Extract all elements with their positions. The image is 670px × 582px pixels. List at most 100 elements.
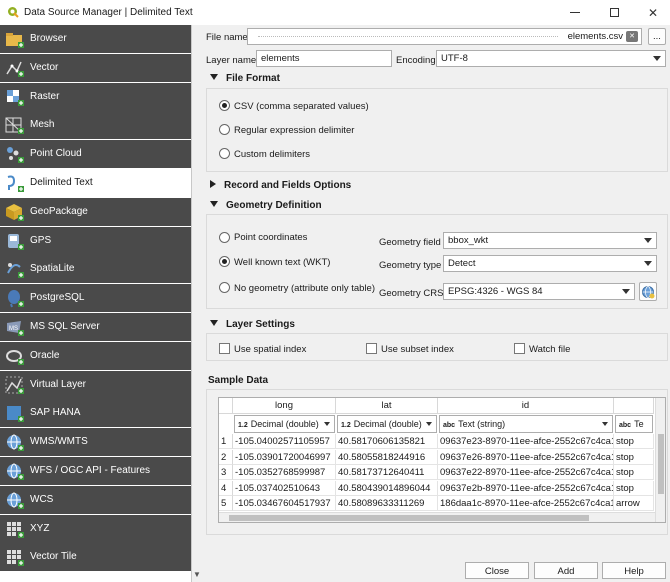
- sidebar-item-xyz[interactable]: XYZ: [0, 514, 191, 543]
- layer-name-input[interactable]: elements: [256, 50, 392, 67]
- close-button[interactable]: Close: [465, 562, 529, 579]
- mssql-icon: MS: [7, 321, 24, 336]
- custom-delim-label: Custom delimiters: [234, 149, 311, 160]
- csv-radio[interactable]: [219, 100, 230, 111]
- column-type-select[interactable]: abc Text (string): [439, 415, 613, 433]
- row-header[interactable]: 1: [219, 434, 233, 449]
- help-button[interactable]: Help: [602, 562, 666, 579]
- field-type-icon: abc: [619, 422, 632, 429]
- sidebar-item-sap-hana[interactable]: SAP HANA: [0, 399, 191, 428]
- column-type-select[interactable]: abc Te: [615, 415, 653, 433]
- scroll-down-icon[interactable]: ▼: [193, 570, 201, 579]
- table-vertical-scrollbar[interactable]: [655, 398, 665, 522]
- sidebar-item-label: Point Cloud: [30, 148, 82, 160]
- browse-button[interactable]: ...: [648, 28, 666, 45]
- column-type-select[interactable]: 1.2 Decimal (double): [234, 415, 335, 433]
- field-type-icon: 1.2: [341, 422, 351, 429]
- encoding-select[interactable]: UTF-8: [436, 50, 666, 67]
- row-header[interactable]: 5: [219, 496, 233, 511]
- sidebar-item-virtual-layer[interactable]: Virtual Layer: [0, 370, 191, 399]
- chevron-down-icon: [622, 289, 630, 294]
- file-format-header[interactable]: File Format: [210, 73, 280, 84]
- column-header[interactable]: id: [438, 398, 614, 414]
- geometry-type-label: Geometry type: [379, 260, 442, 271]
- sidebar-item-label: MS SQL Server: [30, 321, 100, 332]
- geometry-panel: Point coordinates Well known text (WKT) …: [206, 214, 668, 309]
- geopackage-icon: [6, 203, 24, 221]
- expanded-icon: [210, 201, 218, 207]
- sidebar-item-wms-wmts[interactable]: WMS/WMTS: [0, 428, 191, 457]
- sidebar-item-label: GPS: [30, 234, 52, 246]
- title-bar: Data Source Manager | Delimited Text ✕: [0, 0, 670, 25]
- regex-radio[interactable]: [219, 124, 230, 135]
- sidebar-item-vector-tile[interactable]: Vector Tile: [0, 543, 191, 572]
- geometry-field-select[interactable]: bbox_wkt: [443, 232, 657, 249]
- virtual-layer-icon: [5, 376, 24, 394]
- sap-hana-icon: [7, 406, 24, 423]
- record-fields-header[interactable]: Record and Fields Options: [210, 180, 351, 191]
- sidebar-item-label: SAP HANA: [30, 407, 81, 419]
- raster-icon: [7, 89, 24, 106]
- table-cell: -105.04002571105957: [233, 434, 336, 449]
- geometry-type-select[interactable]: Detect: [443, 255, 657, 272]
- spatialite-icon: [7, 263, 24, 279]
- add-button[interactable]: Add: [534, 562, 598, 579]
- sidebar-item-label: XYZ: [30, 522, 50, 534]
- sidebar-item-gps[interactable]: GPS: [0, 226, 191, 255]
- table-cell: 40.58055818244916: [336, 449, 438, 465]
- no-geometry-radio[interactable]: [219, 282, 230, 293]
- scroll-thumb[interactable]: [229, 515, 589, 521]
- vector-icon: [6, 61, 24, 77]
- column-header[interactable]: lat: [336, 398, 438, 414]
- column-header[interactable]: [614, 398, 654, 414]
- column-type-select[interactable]: 1.2 Decimal (double): [337, 415, 437, 433]
- sidebar-item-postgresql[interactable]: PostgreSQL: [0, 284, 191, 313]
- sidebar-item-spatialite[interactable]: SpatiaLite: [0, 255, 191, 284]
- file-format-panel: CSV (comma separated values) Regular exp…: [206, 88, 668, 172]
- sidebar-item-wcs[interactable]: WCS: [0, 485, 191, 514]
- oracle-icon: [6, 349, 24, 365]
- sidebar-item-label: Raster: [30, 90, 60, 102]
- clear-icon[interactable]: ✕: [626, 31, 638, 42]
- sidebar-scrollbar[interactable]: ▼: [192, 25, 202, 582]
- scroll-thumb[interactable]: [658, 434, 664, 494]
- sidebar-item-wfs-ogc-api-features[interactable]: WFS / OGC API - Features: [0, 457, 191, 485]
- sidebar-item-ms-sql-server[interactable]: MS MS SQL Server: [0, 313, 191, 341]
- minimize-button[interactable]: [558, 0, 592, 25]
- sidebar-item-delimited-text[interactable]: Delimited Text: [0, 169, 191, 197]
- layer-settings-header[interactable]: Layer Settings: [210, 319, 295, 330]
- maximize-button[interactable]: [597, 0, 631, 25]
- close-window-button[interactable]: ✕: [636, 0, 670, 25]
- row-header[interactable]: 2: [219, 449, 233, 465]
- row-header[interactable]: 3: [219, 465, 233, 480]
- row-header[interactable]: 4: [219, 480, 233, 496]
- subset-index-checkbox[interactable]: [366, 343, 377, 354]
- point-coords-radio[interactable]: [219, 232, 230, 243]
- file-format-title: File Format: [226, 73, 280, 84]
- sidebar-item-label: WFS / OGC API - Features: [30, 465, 151, 476]
- sidebar-item-vector[interactable]: Vector: [0, 53, 191, 82]
- table-horizontal-scrollbar[interactable]: [219, 512, 655, 522]
- watch-file-checkbox[interactable]: [514, 343, 525, 354]
- maximize-icon: [609, 8, 619, 17]
- geometry-crs-select[interactable]: EPSG:4326 - WGS 84: [443, 283, 635, 300]
- geometry-header[interactable]: Geometry Definition: [210, 200, 322, 211]
- sidebar-item-browser[interactable]: Browser: [0, 25, 191, 53]
- sample-data-title: Sample Data: [208, 375, 269, 386]
- sidebar-item-point-cloud[interactable]: Point Cloud: [0, 140, 191, 169]
- sidebar-item-geopackage[interactable]: GeoPackage: [0, 197, 191, 226]
- sidebar-item-raster[interactable]: Raster: [0, 82, 191, 111]
- custom-delim-radio[interactable]: [219, 148, 230, 159]
- sidebar-item-mesh[interactable]: Mesh: [0, 111, 191, 140]
- crs-selector-button[interactable]: [639, 282, 657, 301]
- close-icon: ✕: [647, 5, 659, 20]
- sidebar-item-oracle[interactable]: Oracle: [0, 341, 191, 370]
- table-cell: stop: [614, 449, 654, 465]
- wkt-radio[interactable]: [219, 256, 230, 267]
- file-name-input[interactable]: elements.csv ✕: [247, 28, 642, 45]
- spatial-index-checkbox[interactable]: [219, 343, 230, 354]
- table-cell: 09637e26-8970-11ee-afce-2552c67c4ca1: [438, 449, 614, 465]
- spatial-index-label: Use spatial index: [234, 344, 307, 355]
- column-header[interactable]: long: [233, 398, 336, 414]
- table-cell: stop: [614, 480, 654, 496]
